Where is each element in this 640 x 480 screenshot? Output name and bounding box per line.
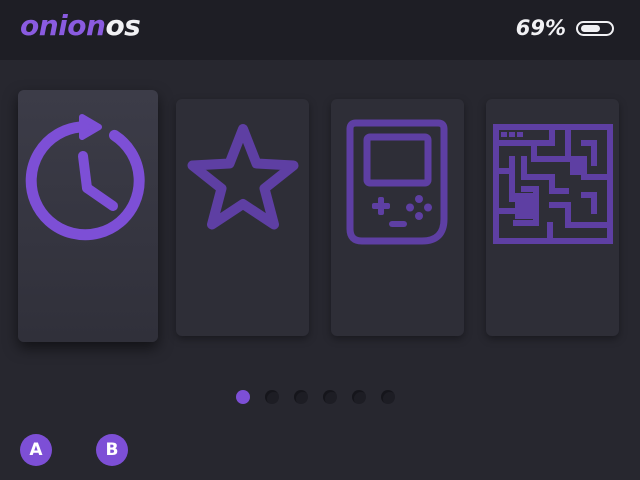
page-dot <box>352 390 366 404</box>
recents-card[interactable] <box>18 90 158 342</box>
status-bar: onionos 69% <box>0 0 640 60</box>
page-dot <box>265 390 279 404</box>
logo-part-onion: onion <box>20 9 106 42</box>
app-logo: onionos <box>20 9 141 42</box>
page-dot <box>381 390 395 404</box>
games-card[interactable] <box>331 99 464 336</box>
battery-fill <box>581 25 600 32</box>
apps-card[interactable] <box>486 99 619 336</box>
battery-percentage: 69% <box>515 16 566 40</box>
a-button[interactable]: A <box>20 434 52 466</box>
favorites-card[interactable] <box>176 99 309 336</box>
maze-icon <box>493 124 613 244</box>
logo-part-os: os <box>105 9 141 42</box>
recent-history-icon <box>25 114 145 241</box>
page-dot <box>323 390 337 404</box>
star-favorites-icon <box>187 124 299 230</box>
b-button[interactable]: B <box>96 434 128 466</box>
page-dot <box>236 390 250 404</box>
gameboy-console-icon <box>346 119 448 245</box>
page-dot <box>294 390 308 404</box>
battery-icon <box>576 21 614 36</box>
